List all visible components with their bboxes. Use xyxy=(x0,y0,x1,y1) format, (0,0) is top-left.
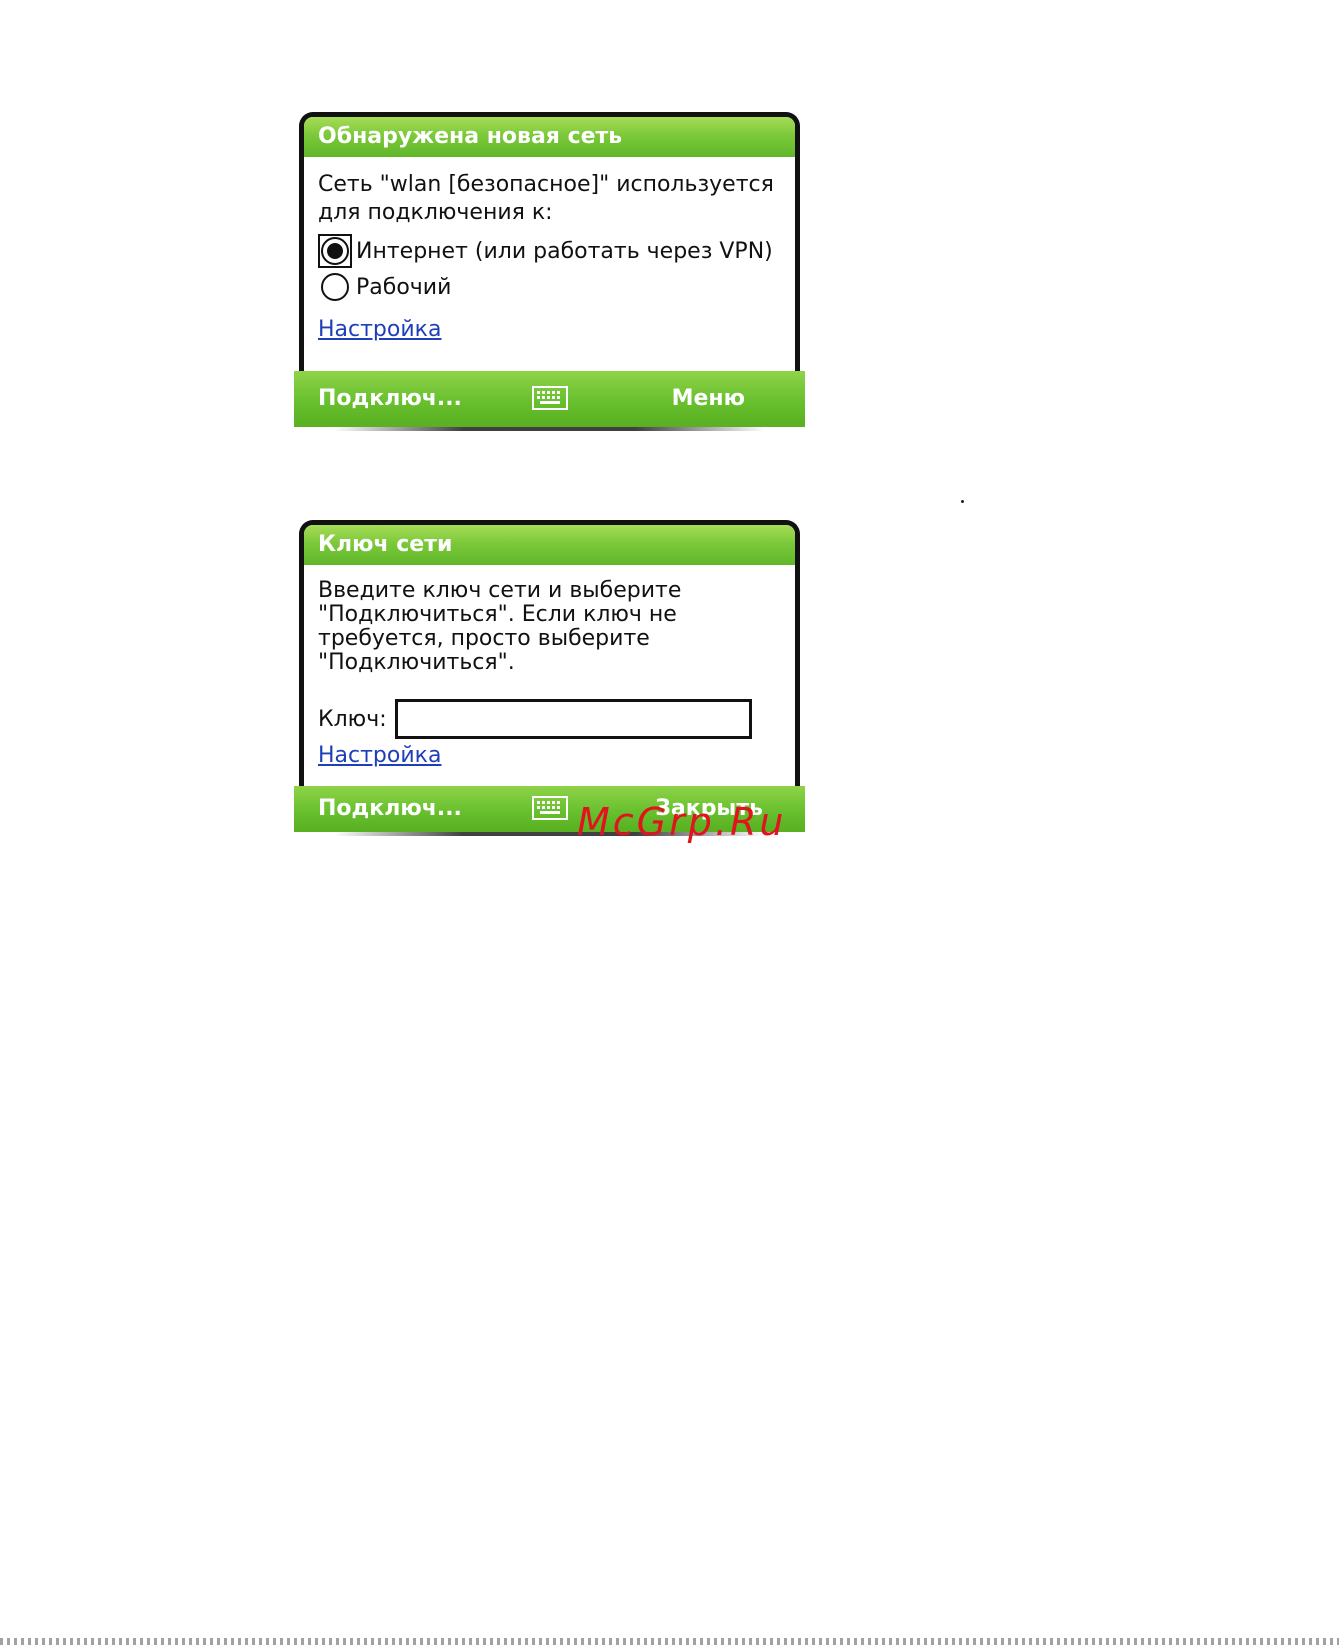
instruction-line-2: "Подключиться". Если ключ не xyxy=(318,602,677,627)
keyboard-icon[interactable] xyxy=(532,796,568,820)
radio-selected-dot-icon xyxy=(327,243,343,259)
dialog-title: Обнаружена новая сеть xyxy=(304,117,795,157)
radio-label-internet: Интернет (или работать через VPN) xyxy=(356,238,773,264)
radio-option-internet[interactable]: Интернет (или работать через VPN) xyxy=(318,233,781,269)
dialog-content: Введите ключ сети и выберите "Подключить… xyxy=(304,565,795,786)
radio-option-work[interactable]: Рабочий xyxy=(318,269,781,305)
new-network-dialog: Обнаружена новая сеть Сеть "wlan [безопа… xyxy=(294,112,805,431)
softkey-bar: Подключ... Меню xyxy=(294,371,805,431)
instruction-line-3: требуется, просто выберите xyxy=(318,626,650,651)
network-key-dialog: Ключ сети Введите ключ сети и выберите "… xyxy=(294,520,805,836)
settings-link[interactable]: Настройка xyxy=(318,743,441,768)
key-row: Ключ: xyxy=(318,699,781,739)
network-message-line-1: Сеть "wlan [безопасное]" используется xyxy=(318,172,774,197)
settings-link[interactable]: Настройка xyxy=(318,317,441,342)
connect-softkey[interactable]: Подключ... xyxy=(318,371,462,427)
instruction-line-1: Введите ключ сети и выберите xyxy=(318,578,682,603)
radio-wrap xyxy=(318,270,352,304)
dialog-frame: Ключ сети Введите ключ сети и выберите "… xyxy=(299,520,800,786)
dialog-content: Сеть "wlan [безопасное]" используется дл… xyxy=(304,157,795,371)
bottom-scan-artifact xyxy=(0,1638,1339,1645)
speck-dot xyxy=(961,500,964,503)
dialog-frame: Обнаружена новая сеть Сеть "wlan [безопа… xyxy=(299,112,800,371)
dialog-title: Ключ сети xyxy=(304,525,795,565)
radio-button-internet[interactable] xyxy=(321,237,349,265)
connect-softkey[interactable]: Подключ... xyxy=(318,786,462,832)
instruction-line-4: "Подключиться". xyxy=(318,650,515,675)
watermark-text: McGrp.Ru xyxy=(577,800,787,844)
network-message-line-2: для подключения к: xyxy=(318,200,553,225)
key-label: Ключ: xyxy=(318,706,387,732)
network-key-input[interactable] xyxy=(394,699,752,739)
radio-label-work: Рабочий xyxy=(356,274,452,300)
menu-softkey[interactable]: Меню xyxy=(672,371,745,427)
keyboard-icon[interactable] xyxy=(532,386,568,410)
radio-button-work[interactable] xyxy=(321,273,349,301)
focus-rectangle xyxy=(318,234,352,268)
